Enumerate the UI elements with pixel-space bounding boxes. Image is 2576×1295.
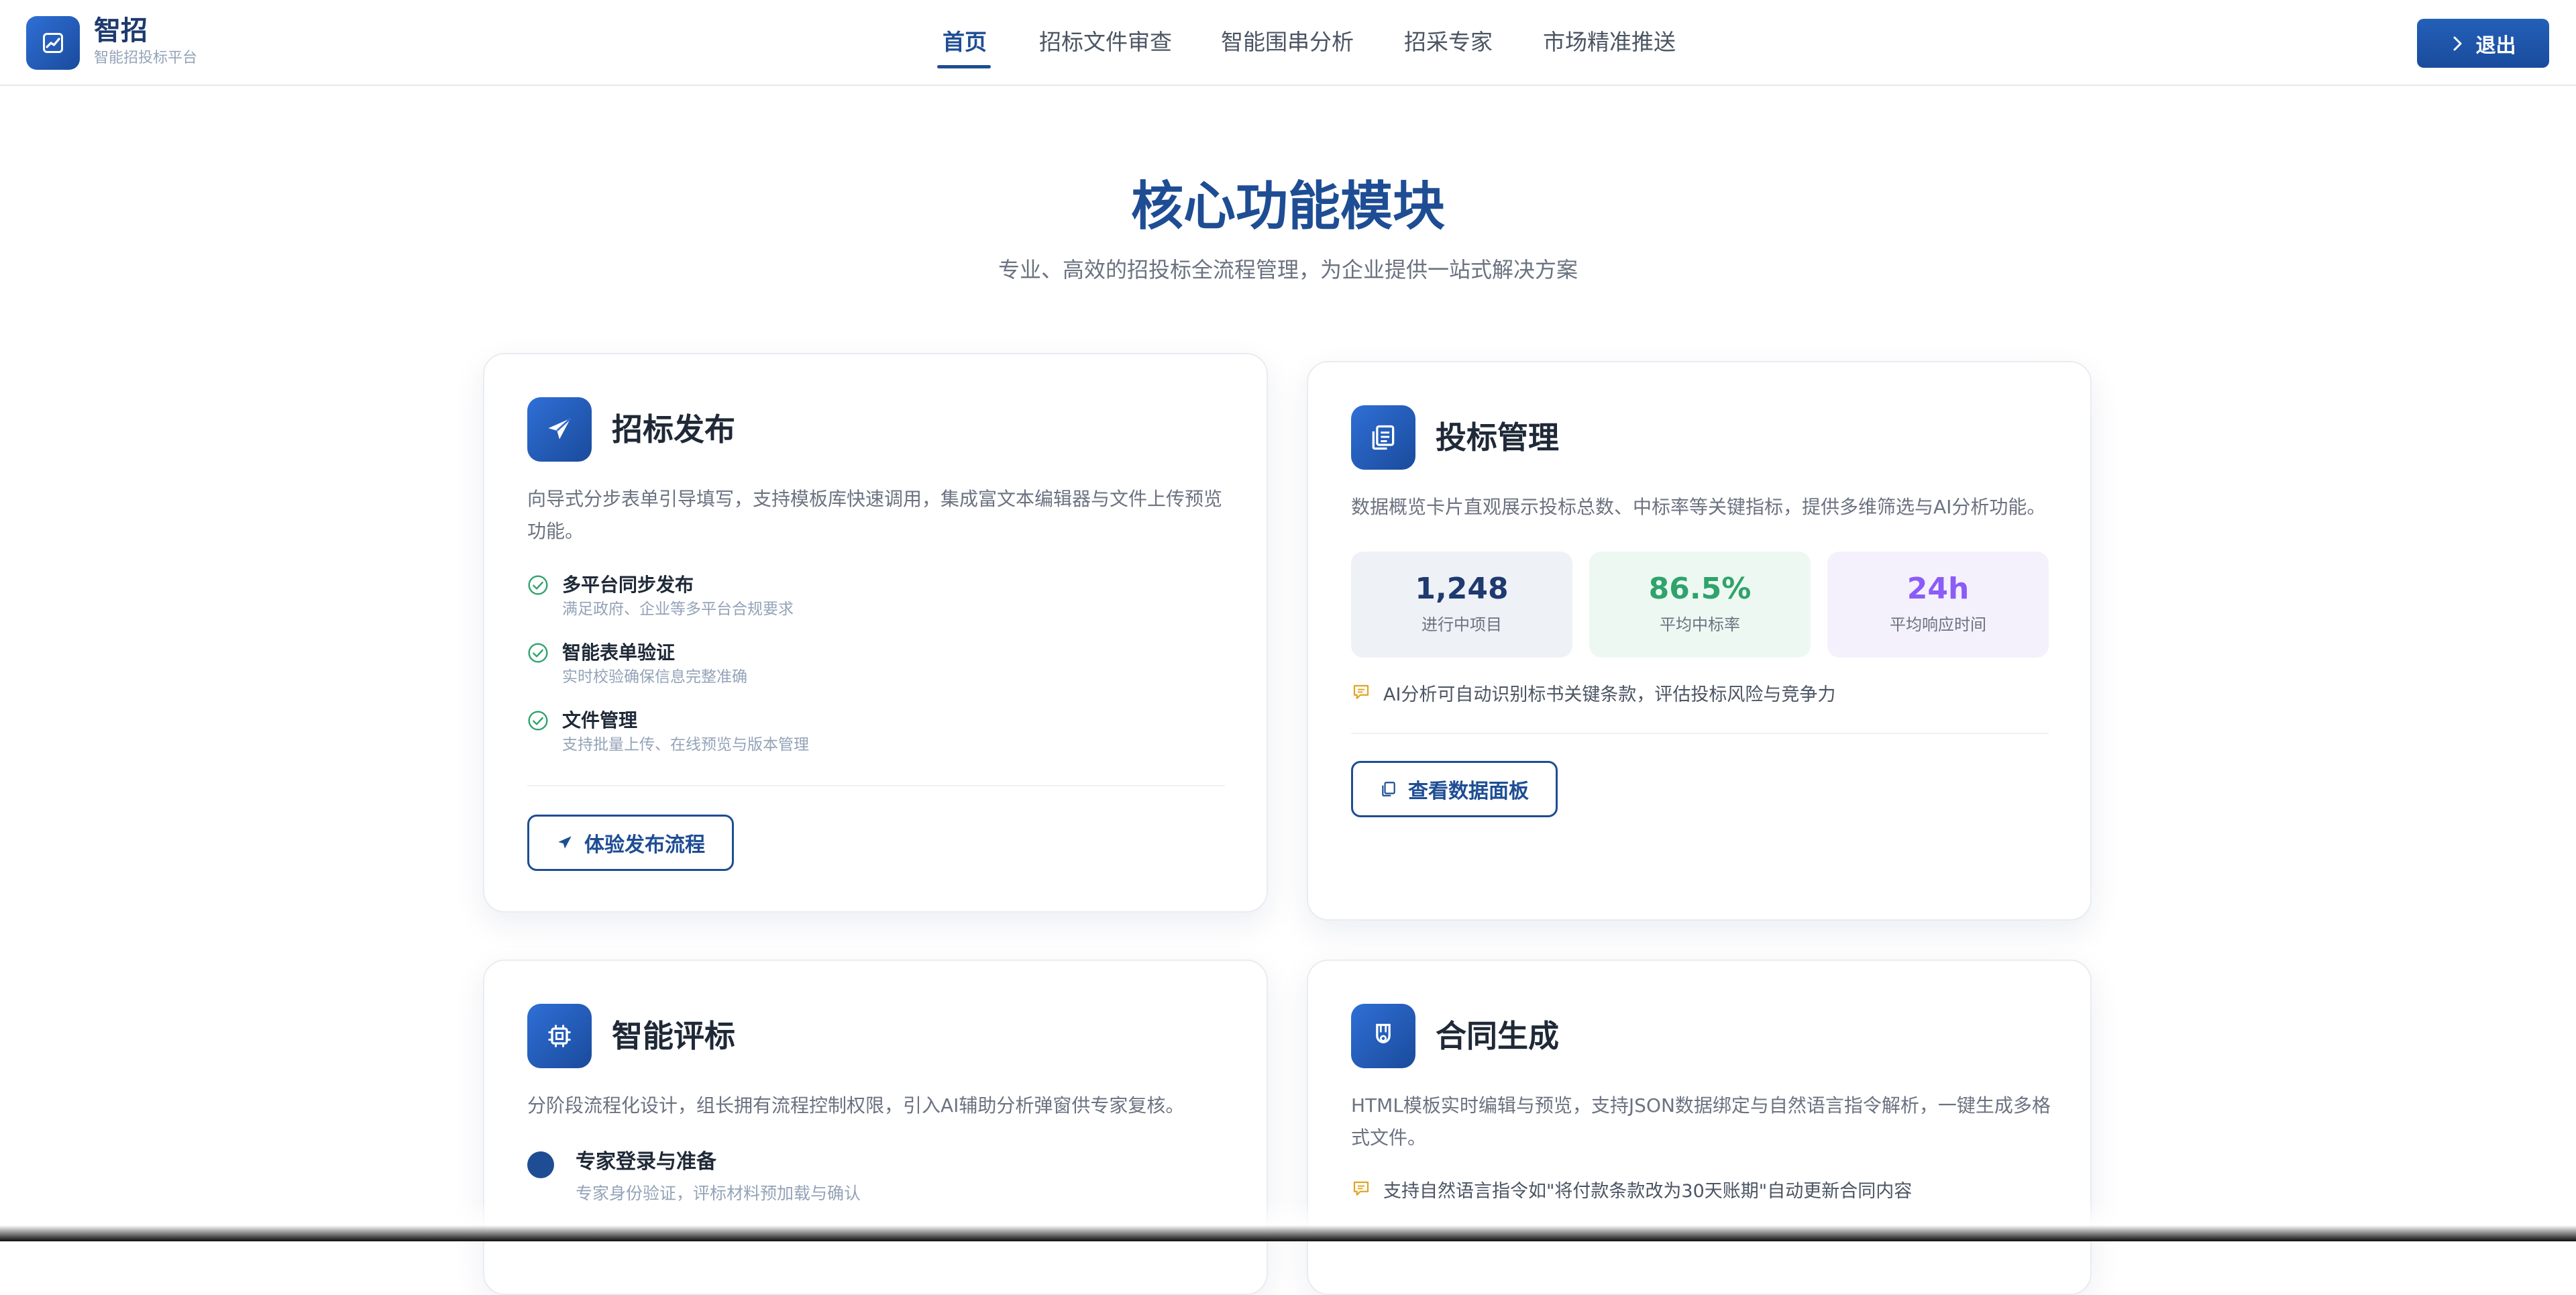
card-title: 智能评标 (612, 1018, 735, 1054)
nav-active-indicator (937, 65, 991, 68)
card-smart-evaluation: 智能评标 分阶段流程化设计，组长拥有流程控制权限，引入AI辅助分析弹窗供专家复核… (483, 960, 1268, 1295)
nav-item-collusion-analysis[interactable]: 智能围串分析 (1221, 27, 1354, 58)
trend-chart-icon (43, 33, 63, 53)
feature-item: 智能表单验证 实时校验确保信息完整准确 (527, 639, 1225, 693)
try-publish-flow-button[interactable]: 体验发布流程 (527, 815, 734, 871)
feature-item: 文件管理 支持批量上传、在线预览与版本管理 (527, 707, 1225, 761)
stat-card-win-rate: 86.5% 平均中标率 (1589, 552, 1811, 658)
chat-bubble-icon (1353, 1181, 1369, 1196)
feature-desc: 实时校验确保信息完整准确 (562, 668, 747, 686)
button-label: 体验发布流程 (584, 833, 705, 857)
window-bottom-edge (0, 1201, 2576, 1241)
check-circle-icon (528, 643, 548, 663)
top-header: 智招 智能招投标平台 首页 招标文件审查 智能围串分析 招采专家 市场精准推送 … (0, 0, 2576, 86)
note-text: 支持自然语言指令如"将付款条款改为30天账期"自动更新合同内容 (1383, 1180, 1913, 1202)
step-title: 专家登录与准备 (576, 1150, 716, 1174)
chevron-right-icon (2453, 36, 2461, 50)
logout-button[interactable]: 退出 (2417, 19, 2549, 68)
step-dot (527, 1151, 554, 1178)
card-description: HTML模板实时编辑与预览，支持JSON数据绑定与自然语言指令解析，一键生成多格… (1351, 1094, 2051, 1149)
card-description: 向导式分步表单引导填写，支持模板库快速调用，集成富文本编辑器与文件上传预览功能。 (527, 488, 1223, 542)
card-tender-publish: 招标发布 向导式分步表单引导填写，支持模板库快速调用，集成富文本编辑器与文件上传… (483, 353, 1268, 913)
paper-plane-icon (558, 836, 572, 849)
chat-bubble-icon (1353, 684, 1369, 699)
card-description: 数据概览卡片直观展示投标总数、中标率等关键指标，提供多维筛选与AI分析功能。 (1351, 496, 2046, 518)
check-circle-icon (528, 575, 548, 595)
stat-value: 86.5% (1648, 572, 1752, 606)
stat-label: 平均中标率 (1660, 615, 1740, 634)
card-bid-management: 投标管理 数据概览卡片直观展示投标总数、中标率等关键指标，提供多维筛选与AI分析… (1307, 361, 2092, 921)
stats-row: 1,248 进行中项目 86.5% 平均中标率 24h 平均响应时间 (1351, 552, 2049, 658)
ai-note: AI分析可自动识别标书关键条款，评估投标风险与竞争力 (1351, 679, 1835, 706)
documents-icon (1372, 425, 1395, 450)
stat-label: 进行中项目 (1421, 615, 1502, 634)
card-icon-box (527, 397, 592, 462)
section-subtitle: 专业、高效的招投标全流程管理，为企业提供一站式解决方案 (998, 257, 1578, 282)
process-step: 专家登录与准备 专家身份验证，评标材料预加载与确认 (527, 1147, 1225, 1208)
feature-title: 智能表单验证 (562, 641, 676, 664)
paper-plane-icon (548, 417, 572, 439)
note-text: AI分析可自动识别标书关键条款，评估投标风险与竞争力 (1383, 684, 1836, 705)
ai-note: 支持自然语言指令如"将付款条款改为30天账期"自动更新合同内容 (1351, 1176, 1912, 1202)
check-circle-icon (528, 711, 548, 731)
logout-label: 退出 (2475, 34, 2516, 58)
stat-value: 24h (1907, 572, 1970, 606)
stat-card-response-time: 24h 平均响应时间 (1827, 552, 2049, 658)
nav-item-tender-review[interactable]: 招标文件审查 (1039, 27, 1172, 58)
feature-desc: 满足政府、企业等多平台合规要求 (562, 601, 794, 618)
feature-title: 多平台同步发布 (562, 574, 694, 596)
nav-item-procurement-experts[interactable]: 招采专家 (1404, 27, 1493, 58)
nav-item-home[interactable]: 首页 (943, 27, 987, 58)
card-icon-box (1351, 1004, 1415, 1068)
card-title: 招标发布 (612, 411, 735, 448)
stat-label: 平均响应时间 (1890, 615, 1986, 634)
view-dashboard-button[interactable]: 查看数据面板 (1351, 761, 1558, 817)
logo[interactable] (26, 16, 80, 70)
brand-subtitle: 智能招投标平台 (94, 50, 198, 66)
brand-name: 智招 (94, 15, 148, 46)
card-icon-box (527, 1004, 592, 1068)
chip-icon (548, 1025, 571, 1047)
section-title: 核心功能模块 (1130, 176, 1445, 237)
stat-card-active-projects: 1,248 进行中项目 (1351, 552, 1572, 658)
stat-value: 1,248 (1415, 572, 1509, 606)
feature-item: 多平台同步发布 满足政府、企业等多平台合规要求 (527, 572, 1225, 625)
divider (527, 785, 1225, 786)
nav-item-market-push[interactable]: 市场精准推送 (1543, 27, 1676, 58)
card-title: 投标管理 (1436, 419, 1559, 456)
feature-title: 文件管理 (562, 709, 638, 731)
card-contract-generation: 合同生成 HTML模板实时编辑与预览，支持JSON数据绑定与自然语言指令解析，一… (1307, 960, 2092, 1295)
feature-desc: 支持批量上传、在线预览与版本管理 (562, 736, 809, 754)
documents-icon (1382, 782, 1395, 796)
award-icon (1376, 1023, 1391, 1043)
card-description: 分阶段流程化设计，组长拥有流程控制权限，引入AI辅助分析弹窗供专家复核。 (527, 1094, 1185, 1117)
card-title: 合同生成 (1436, 1018, 1559, 1054)
button-label: 查看数据面板 (1408, 780, 1529, 803)
card-icon-box (1351, 405, 1415, 470)
divider (1351, 733, 2049, 734)
